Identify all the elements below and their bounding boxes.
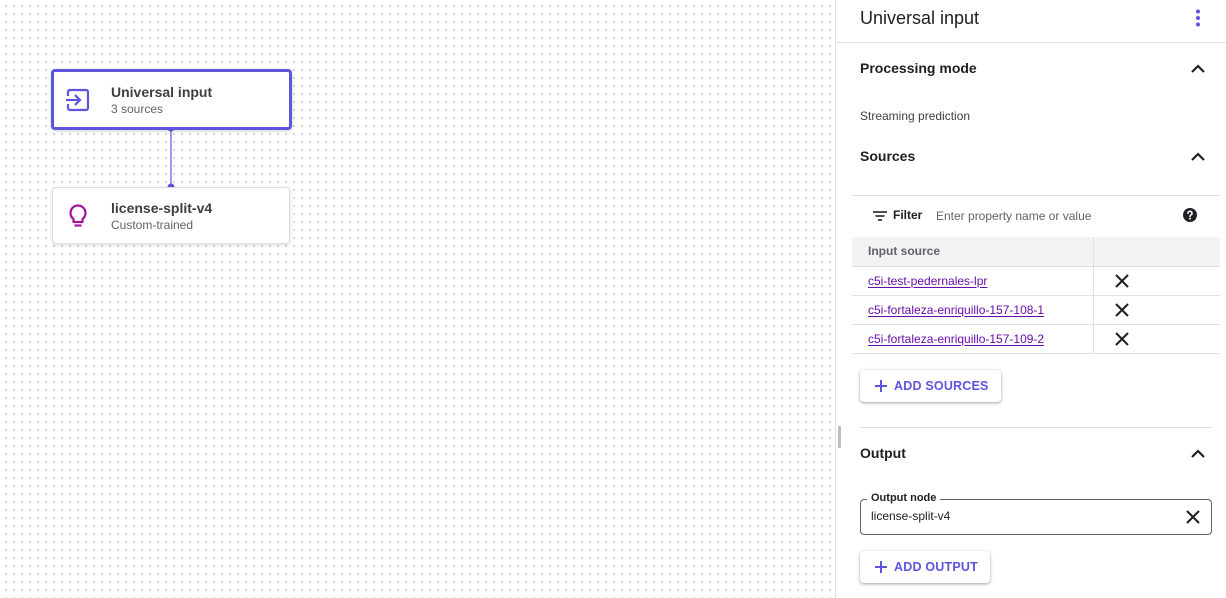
- node-license-split[interactable]: license-split-v4 Custom-trained: [52, 187, 290, 244]
- node-subtitle: Custom-trained: [111, 217, 194, 232]
- help-icon[interactable]: [1182, 207, 1198, 223]
- properties-panel: Universal input Processing mode Streamin…: [835, 0, 1226, 598]
- filter-icon: [873, 211, 887, 221]
- output-node-value: license-split-v4: [871, 509, 951, 523]
- divider: [852, 195, 1220, 196]
- output-heading: Output: [860, 445, 906, 461]
- panel-resize-handle[interactable]: [838, 426, 841, 448]
- remove-source-icon[interactable]: [1114, 273, 1130, 289]
- processing-mode-value: Streaming prediction: [860, 109, 971, 123]
- output-node-field[interactable]: Output node license-split-v4: [860, 492, 1212, 535]
- table-header-row: Input source: [852, 237, 1220, 267]
- chevron-up-icon[interactable]: [1186, 57, 1210, 81]
- remove-source-icon[interactable]: [1114, 302, 1130, 318]
- chevron-up-icon[interactable]: [1186, 442, 1210, 466]
- table-row: c5i-test-pedernales-lpr: [852, 266, 1220, 296]
- sources-heading: Sources: [860, 148, 916, 164]
- pipeline-canvas[interactable]: Universal input 3 sources license-split-…: [0, 0, 835, 598]
- column-header-actions: [1092, 237, 1220, 267]
- filter-label: Filter: [893, 208, 923, 222]
- more-vert-icon[interactable]: [1186, 7, 1210, 29]
- source-link[interactable]: c5i-fortaleza-enriquillo-157-108-1: [868, 303, 1044, 317]
- node-title: license-split-v4: [111, 199, 213, 216]
- sources-table: Input source c5i-test-pedernales-lpr c5i…: [852, 237, 1220, 354]
- output-node-label: Output node: [867, 492, 941, 504]
- processing-mode-heading: Processing mode: [860, 60, 977, 76]
- plus-icon: [875, 380, 887, 392]
- column-header-input-source[interactable]: Input source: [852, 237, 1093, 267]
- add-output-label: ADD OUTPUT: [894, 560, 978, 574]
- node-subtitle: 3 sources: [111, 101, 164, 116]
- lightbulb-icon: [69, 203, 87, 227]
- plus-icon: [875, 561, 887, 573]
- table-row: c5i-fortaleza-enriquillo-157-109-2: [852, 324, 1220, 354]
- add-sources-button[interactable]: ADD SOURCES: [860, 370, 1001, 402]
- table-filter: Filter: [872, 205, 1216, 227]
- add-output-button[interactable]: ADD OUTPUT: [860, 551, 990, 583]
- filter-input[interactable]: [936, 205, 1176, 227]
- divider: [860, 427, 1212, 428]
- source-link[interactable]: c5i-fortaleza-enriquillo-157-109-2: [868, 332, 1044, 346]
- node-text: license-split-v4 Custom-trained: [111, 199, 212, 233]
- node-text: Universal input 3 sources: [111, 83, 212, 117]
- node-universal-input[interactable]: Universal input 3 sources: [51, 69, 292, 130]
- divider: [836, 42, 1226, 43]
- remove-source-icon[interactable]: [1114, 331, 1130, 347]
- app-root: Universal input 3 sources license-split-…: [0, 0, 1226, 598]
- node-title: Universal input: [111, 83, 213, 100]
- table-row: c5i-fortaleza-enriquillo-157-108-1: [852, 295, 1220, 325]
- input-arrow-icon: [65, 88, 90, 111]
- chevron-up-icon[interactable]: [1186, 145, 1210, 169]
- clear-icon[interactable]: [1185, 509, 1201, 525]
- source-link[interactable]: c5i-test-pedernales-lpr: [868, 274, 987, 288]
- panel-title: Universal input: [860, 8, 980, 28]
- add-sources-label: ADD SOURCES: [894, 379, 989, 393]
